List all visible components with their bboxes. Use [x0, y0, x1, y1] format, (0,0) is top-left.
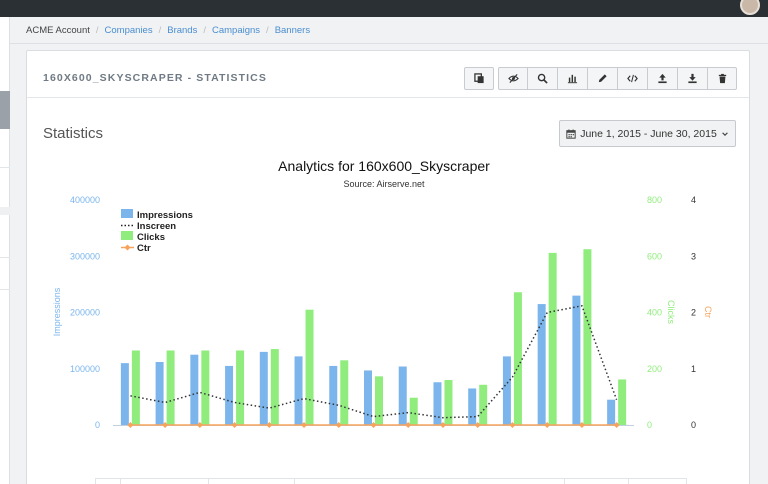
impressions-tick-label: 0: [95, 420, 100, 430]
clicks-bar: [444, 380, 453, 425]
clicks-bar: [305, 309, 314, 425]
clicks-bar: [270, 349, 279, 425]
clicks-bar: [409, 397, 418, 425]
chart-title: Analytics for 160x600_Skyscraper: [278, 158, 490, 174]
ctr-tick-label: 3: [691, 251, 696, 261]
impressions-tick-label: 200000: [70, 308, 100, 318]
clicks-bar: [340, 360, 349, 425]
impressions-tick-label: 100000: [70, 364, 100, 374]
legend-clicks-symbol: [121, 231, 133, 240]
ctr-tick-label: 1: [691, 364, 696, 374]
impressions-bar: [468, 388, 477, 425]
impressions-bar: [294, 356, 303, 425]
clicks-tick-label: 400: [647, 308, 662, 318]
clicks-tick-label: 800: [647, 195, 662, 205]
impressions-bar: [433, 382, 442, 425]
legend-inscreen-label: Inscreen: [137, 221, 176, 232]
impressions-bar: [502, 356, 511, 425]
clicks-bar: [583, 249, 592, 425]
analytics-chart: Analytics for 160x600_Skyscraper Source: …: [52, 158, 713, 430]
impressions-bar: [537, 304, 546, 425]
impressions-axis-label: Impressions: [52, 287, 62, 336]
clicks-bar: [131, 350, 140, 425]
clicks-bar: [479, 384, 488, 425]
ctr-tick-label: 0: [691, 420, 696, 430]
impressions-bar: [572, 295, 581, 425]
clicks-axis-label: Clicks: [666, 300, 676, 324]
clicks-bar: [618, 379, 627, 425]
legend-impressions-label: Impressions: [137, 210, 193, 221]
chart-subtitle: Source: Airserve.net: [343, 179, 425, 189]
impressions-bar: [190, 354, 199, 425]
clicks-tick-label: 0: [647, 420, 652, 430]
impressions-bar: [398, 366, 407, 425]
clicks-bar: [548, 252, 557, 425]
ctr-tick-label: 4: [691, 195, 696, 205]
impressions-bar: [364, 370, 372, 425]
clicks-bar: [513, 292, 522, 425]
ctr-axis-label: Ctr: [703, 306, 713, 318]
legend-ctr-marker: [124, 244, 131, 251]
impressions-bar: [225, 365, 234, 425]
clicks-tick-label: 600: [647, 251, 662, 261]
impressions-bar: [259, 351, 268, 425]
legend-ctr-label: Ctr: [137, 243, 151, 254]
impressions-tick-label: 400000: [70, 195, 100, 205]
clicks-tick-label: 200: [647, 364, 662, 374]
impressions-bar: [120, 363, 129, 425]
impressions-bar: [329, 365, 338, 425]
legend-impressions-symbol: [121, 209, 133, 218]
clicks-bar: [236, 350, 245, 425]
impressions-tick-label: 300000: [70, 251, 100, 261]
legend-clicks-label: Clicks: [137, 232, 165, 243]
clicks-bar: [166, 350, 175, 425]
impressions-bar: [155, 362, 164, 425]
clicks-bar: [201, 350, 210, 425]
impressions-bar: [607, 399, 616, 425]
ctr-tick-label: 2: [691, 308, 696, 318]
clicks-bar: [375, 376, 383, 425]
